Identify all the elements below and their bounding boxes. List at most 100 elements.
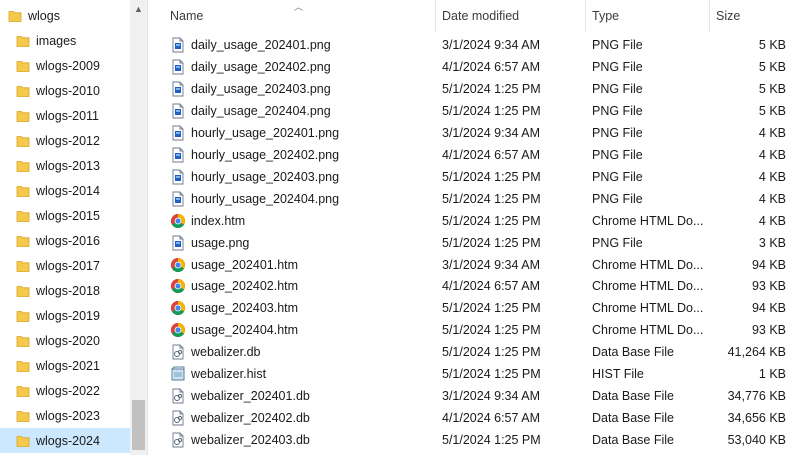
png-file-icon <box>170 147 186 163</box>
file-row[interactable]: hourly_usage_202403.png 5/1/2024 1:25 PM P… <box>148 166 800 188</box>
file-type: Data Base File <box>592 389 674 404</box>
file-type: Chrome HTML Do... <box>592 213 704 228</box>
date-modified: 3/1/2024 9:34 AM <box>442 38 540 52</box>
nav-item-wlogs-2020[interactable]: wlogs-2020 <box>0 328 130 353</box>
file-name: webalizer.db <box>191 345 261 360</box>
file-name-cell: hourly_usage_202402.png <box>170 144 440 166</box>
file-row[interactable]: daily_usage_202404.png 5/1/2024 1:25 PM PN… <box>148 100 800 122</box>
file-type: Data Base File <box>592 345 674 360</box>
nav-item-wlogs-2019[interactable]: wlogs-2019 <box>0 303 130 328</box>
file-name-cell: webalizer_202401.db <box>170 385 440 407</box>
folder-icon <box>16 234 30 248</box>
file-row[interactable]: hourly_usage_202402.png 4/1/2024 6:57 AM P… <box>148 144 800 166</box>
nav-item-label: wlogs-2009 <box>36 58 100 73</box>
file-row[interactable]: hourly_usage_202404.png 5/1/2024 1:25 PM P… <box>148 188 800 210</box>
nav-item-wlogs-2011[interactable]: wlogs-2011 <box>0 103 130 128</box>
file-row[interactable]: usage_202402.htm 4/1/2024 6:57 AM Chrome H… <box>148 275 800 297</box>
date-modified: 4/1/2024 6:57 AM <box>442 59 540 74</box>
column-header-size[interactable]: Size <box>710 0 790 32</box>
nav-item-wlogs-2022[interactable]: wlogs-2022 <box>0 378 130 403</box>
db-file-icon <box>170 432 186 448</box>
nav-item-wlogs-2016[interactable]: wlogs-2016 <box>0 228 130 253</box>
file-row[interactable]: hourly_usage_202401.png 3/1/2024 9:34 AM P… <box>148 122 800 144</box>
column-header-type[interactable]: Type <box>586 0 710 32</box>
folder-icon <box>16 109 30 123</box>
chrome-icon <box>170 257 186 273</box>
nav-scrollbar[interactable]: ▲ <box>130 0 147 455</box>
file-row[interactable]: usage.png 5/1/2024 1:25 PM PNG File 3 KB <box>148 232 800 254</box>
file-size: 4 KB <box>758 191 786 206</box>
file-name: daily_usage_202403.png <box>191 81 331 96</box>
column-header-name[interactable]: Name <box>164 0 434 32</box>
nav-item-wlogs-2023[interactable]: wlogs-2023 <box>0 403 130 428</box>
nav-item-wlogs-2013[interactable]: wlogs-2013 <box>0 153 130 178</box>
file-name: webalizer_202402.db <box>191 411 310 426</box>
png-file-icon <box>170 169 186 185</box>
file-size: 93 KB <box>751 279 786 294</box>
file-row[interactable]: webalizer_202401.db 3/1/2024 9:34 AM Data … <box>148 385 800 407</box>
date-modified: 5/1/2024 1:25 PM <box>442 103 541 118</box>
nav-item-wlogs-2018[interactable]: wlogs-2018 <box>0 278 130 303</box>
file-type: Chrome HTML Do... <box>592 301 704 316</box>
nav-item-wlogs-2009[interactable]: wlogs-2009 <box>0 53 130 78</box>
db-file-icon <box>170 410 186 426</box>
file-name: daily_usage_202402.png <box>191 59 331 74</box>
file-size: 4 KB <box>758 169 786 184</box>
nav-item-wlogs-2021[interactable]: wlogs-2021 <box>0 353 130 378</box>
folder-icon <box>16 384 30 398</box>
file-row[interactable]: webalizer.db 5/1/2024 1:25 PM Data Base Fi… <box>148 341 800 363</box>
file-type: HIST File <box>592 367 644 382</box>
navigation-pane[interactable]: wlogs images wlogs-2009 wlogs-2010 wlogs-20… <box>0 0 130 455</box>
file-row[interactable]: usage_202404.htm 5/1/2024 1:25 PM Chrome H… <box>148 319 800 341</box>
file-row[interactable]: daily_usage_202403.png 5/1/2024 1:25 PM PN… <box>148 78 800 100</box>
date-modified: 3/1/2024 9:34 AM <box>442 125 540 140</box>
file-name: usage_202403.htm <box>191 301 299 316</box>
file-name-cell: index.htm <box>170 210 440 232</box>
chrome-icon <box>170 322 186 338</box>
file-row[interactable]: webalizer_202403.db 5/1/2024 1:25 PM Data … <box>148 429 800 451</box>
nav-item-wlogs-2010[interactable]: wlogs-2010 <box>0 78 130 103</box>
file-row[interactable]: usage_202403.htm 5/1/2024 1:25 PM Chrome H… <box>148 297 800 319</box>
png-file-icon <box>170 81 186 97</box>
nav-item-wlogs-2017[interactable]: wlogs-2017 <box>0 253 130 278</box>
file-size: 5 KB <box>758 38 786 52</box>
date-modified: 5/1/2024 1:25 PM <box>442 191 541 206</box>
folder-icon <box>16 59 30 73</box>
file-name: webalizer.hist <box>191 367 267 382</box>
file-row[interactable]: daily_usage_202402.png 4/1/2024 6:57 AM PN… <box>148 56 800 78</box>
file-type: PNG File <box>592 235 643 250</box>
column-header-date[interactable]: Date modified <box>436 0 586 32</box>
file-type: Data Base File <box>592 411 674 426</box>
file-row[interactable]: daily_usage_202401.png 3/1/2024 9:34 AM PN… <box>148 34 800 56</box>
file-row[interactable]: webalizer.hist 5/1/2024 1:25 PM HIST File 1… <box>148 363 800 385</box>
file-row[interactable]: index.htm 5/1/2024 1:25 PM Chrome HTML Do.… <box>148 210 800 232</box>
folder-icon <box>8 9 22 23</box>
scroll-up-arrow-icon[interactable]: ▲ <box>130 0 147 17</box>
file-name-cell: usage_202403.htm <box>170 297 440 319</box>
file-name-cell: daily_usage_202404.png <box>170 100 440 122</box>
nav-item-wlogs-2024[interactable]: wlogs-2024 <box>0 428 130 453</box>
nav-item-wlogs-2015[interactable]: wlogs-2015 <box>0 203 130 228</box>
file-name: hourly_usage_202401.png <box>191 125 340 140</box>
file-name: hourly_usage_202404.png <box>191 191 340 206</box>
file-name-cell: daily_usage_202401.png <box>170 34 440 56</box>
file-size: 5 KB <box>758 59 786 74</box>
file-name-cell: usage_202401.htm <box>170 254 440 276</box>
file-name: usage_202401.htm <box>191 257 299 272</box>
nav-item-images[interactable]: images <box>0 28 130 53</box>
nav-item-wlogs[interactable]: wlogs <box>0 3 130 28</box>
file-name: usage_202402.htm <box>191 279 299 294</box>
scrollbar-thumb[interactable] <box>132 400 145 450</box>
nav-item-wlogs-2014[interactable]: wlogs-2014 <box>0 178 130 203</box>
nav-item-label: wlogs-2013 <box>36 158 100 173</box>
file-name: daily_usage_202401.png <box>191 38 331 52</box>
file-row[interactable]: webalizer_202402.db 4/1/2024 6:57 AM Data … <box>148 407 800 429</box>
file-row[interactable]: usage_202401.htm 3/1/2024 9:34 AM Chrome H… <box>148 254 800 276</box>
file-name: usage.png <box>191 235 250 250</box>
folder-icon <box>16 434 30 448</box>
file-type: PNG File <box>592 125 643 140</box>
folder-icon <box>16 334 30 348</box>
file-name: usage_202404.htm <box>191 323 299 338</box>
nav-item-wlogs-2012[interactable]: wlogs-2012 <box>0 128 130 153</box>
nav-item-label: wlogs-2019 <box>36 308 100 323</box>
